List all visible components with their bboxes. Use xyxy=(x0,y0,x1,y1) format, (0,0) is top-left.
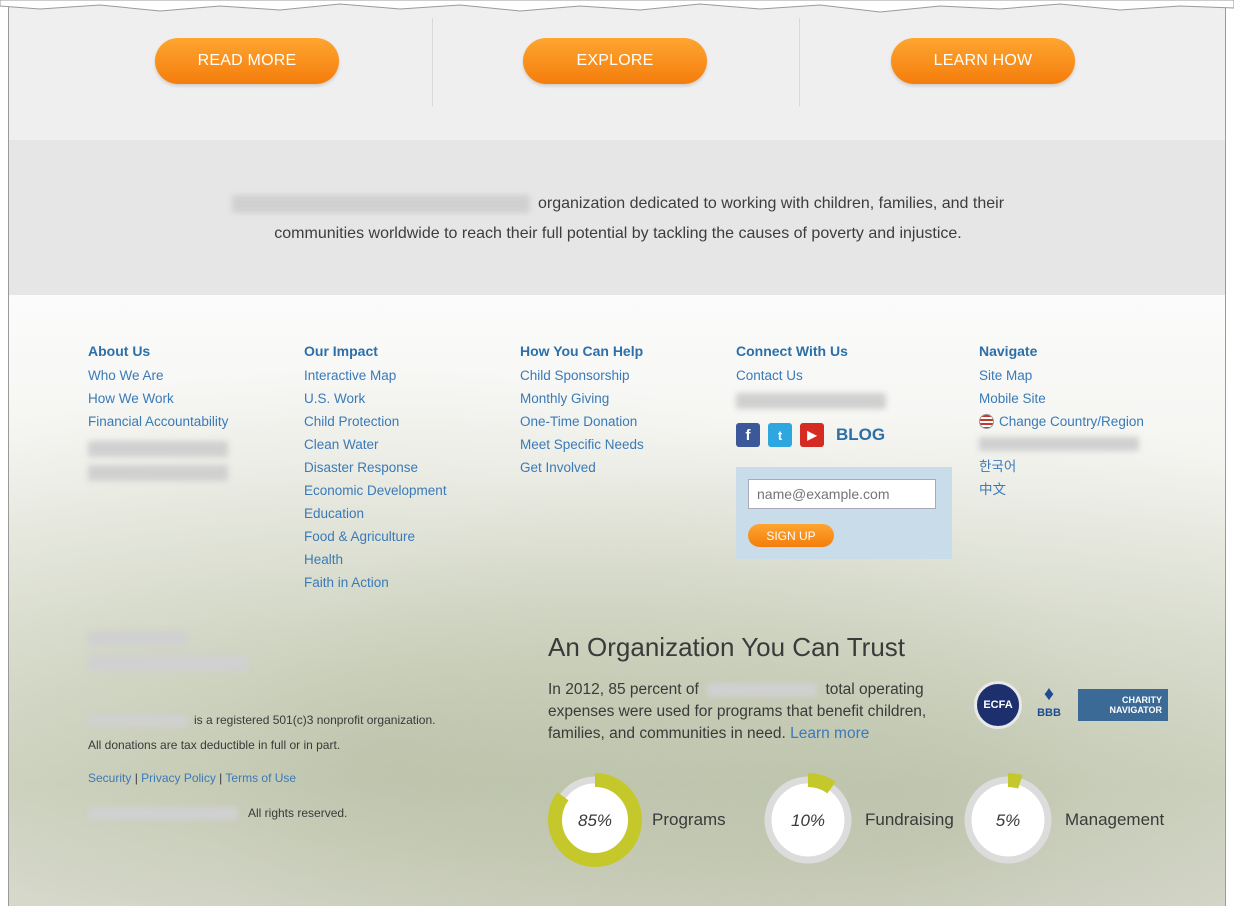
facebook-icon[interactable]: f xyxy=(736,423,760,447)
bbb-torch-icon: ♦ xyxy=(1043,683,1055,705)
redacted-text xyxy=(88,714,188,727)
redacted-logo xyxy=(88,655,248,671)
link-interactive-map[interactable]: Interactive Map xyxy=(304,364,447,387)
link-chinese[interactable]: 中文 xyxy=(979,478,1144,501)
trust-title: An Organization You Can Trust xyxy=(548,632,906,662)
torn-edge xyxy=(0,0,1234,13)
mission-line-2: communities worldwide to reach their ful… xyxy=(274,225,962,242)
redacted-text xyxy=(231,194,530,213)
blog-link[interactable]: BLOG xyxy=(836,425,885,445)
donut-chart: 10% xyxy=(761,773,855,867)
rights-text: All rights reserved. xyxy=(248,806,348,820)
footer-col-help: How You Can Help Child Sponsorship Month… xyxy=(520,343,644,479)
link-us-work[interactable]: U.S. Work xyxy=(304,387,447,410)
donut-value: 5% xyxy=(996,811,1021,830)
link-meet-specific-needs[interactable]: Meet Specific Needs xyxy=(520,433,644,456)
footer-col-impact: Our Impact Interactive Map U.S. Work Chi… xyxy=(304,343,447,594)
stat-management: 5% Management xyxy=(961,773,1164,867)
col-heading: Connect With Us xyxy=(736,343,848,359)
link-health[interactable]: Health xyxy=(304,548,447,571)
donut-chart: 5% xyxy=(961,773,1055,867)
stat-label: Programs xyxy=(652,810,726,829)
donut-value: 10% xyxy=(791,811,825,830)
col-heading: About Us xyxy=(88,343,151,359)
security-link[interactable]: Security xyxy=(88,771,131,785)
link-how-we-work[interactable]: How We Work xyxy=(88,387,228,410)
change-country-label: Change Country/Region xyxy=(999,414,1144,429)
stat-fundraising: 10% Fundraising xyxy=(761,773,954,867)
footer-col-connect: Connect With Us Contact Us xyxy=(736,343,886,409)
col-heading: Navigate xyxy=(979,343,1038,359)
link-change-country[interactable]: Change Country/Region xyxy=(979,410,1144,433)
stat-label: Management xyxy=(1065,810,1165,829)
footer-col-navigate: Navigate Site Map Mobile Site Change Cou… xyxy=(979,343,1144,501)
explore-button[interactable]: EXPLORE xyxy=(523,38,707,84)
link-education[interactable]: Education xyxy=(304,502,447,525)
redacted-link xyxy=(88,441,228,457)
donut-value: 85% xyxy=(578,811,612,830)
divider xyxy=(432,18,433,106)
redacted-text xyxy=(707,682,818,697)
newsletter-signup: SIGN UP xyxy=(736,467,952,559)
link-monthly-giving[interactable]: Monthly Giving xyxy=(520,387,644,410)
col-heading: How You Can Help xyxy=(520,343,644,359)
bbb-label: BBB xyxy=(1037,707,1061,719)
redacted-text xyxy=(88,807,238,821)
link-who-we-are[interactable]: Who We Are xyxy=(88,364,228,387)
privacy-policy-link[interactable]: Privacy Policy xyxy=(141,771,216,785)
redacted-link xyxy=(88,465,228,481)
mission-statement: organization dedicated to working with c… xyxy=(9,189,1225,249)
bbb-badge[interactable]: ♦ BBB xyxy=(1034,681,1064,731)
legal-registered: is a registered 501(c)3 nonprofit organi… xyxy=(88,713,435,727)
link-one-time-donation[interactable]: One-Time Donation xyxy=(520,410,644,433)
link-economic-development[interactable]: Economic Development xyxy=(304,479,447,502)
link-child-sponsorship[interactable]: Child Sponsorship xyxy=(520,364,644,387)
mission-band: organization dedicated to working with c… xyxy=(9,140,1225,295)
registered-text: is a registered 501(c)3 nonprofit organi… xyxy=(194,713,436,727)
ecfa-badge[interactable]: ECFA xyxy=(974,681,1022,729)
flag-icon xyxy=(979,414,994,429)
mission-line-1: organization dedicated to working with c… xyxy=(537,195,1005,212)
youtube-icon[interactable]: ▶ xyxy=(800,423,824,447)
learn-how-button[interactable]: LEARN HOW xyxy=(891,38,1075,84)
trust-text: In 2012, 85 percent of total operating e… xyxy=(548,679,978,745)
sign-up-button[interactable]: SIGN UP xyxy=(748,524,834,547)
divider xyxy=(799,18,800,106)
stat-label: Fundraising xyxy=(865,810,954,829)
social-links: f t ▶ BLOG xyxy=(736,423,885,447)
redacted-link xyxy=(979,437,1139,451)
terms-of-use-link[interactable]: Terms of Use xyxy=(225,771,296,785)
twitter-icon[interactable]: t xyxy=(768,423,792,447)
redacted-phone xyxy=(736,393,886,409)
link-financial-accountability[interactable]: Financial Accountability xyxy=(88,410,228,433)
footer: About Us Who We Are How We Work Financia… xyxy=(9,295,1225,906)
legal-links: Security | Privacy Policy | Terms of Use xyxy=(88,771,297,785)
read-more-button[interactable]: READ MORE xyxy=(155,38,339,84)
charity-navigator-badge[interactable]: CHARITY NAVIGATOR xyxy=(1078,689,1168,721)
footer-col-about: About Us Who We Are How We Work Financia… xyxy=(88,343,228,481)
legal-rights: All rights reserved. xyxy=(88,806,348,821)
link-contact-us[interactable]: Contact Us xyxy=(736,364,886,387)
trust-text-1: In 2012, 85 percent of xyxy=(548,681,699,698)
page-frame: READ MORE EXPLORE LEARN HOW organization… xyxy=(8,0,1226,906)
link-food-agriculture[interactable]: Food & Agriculture xyxy=(304,525,447,548)
stat-programs: 85% Programs xyxy=(548,773,726,867)
link-child-protection[interactable]: Child Protection xyxy=(304,410,447,433)
email-field[interactable] xyxy=(748,479,936,509)
link-faith-in-action[interactable]: Faith in Action xyxy=(304,571,447,594)
redacted-logo xyxy=(88,631,188,647)
col-heading: Our Impact xyxy=(304,343,378,359)
link-disaster-response[interactable]: Disaster Response xyxy=(304,456,447,479)
learn-more-link[interactable]: Learn more xyxy=(790,725,869,742)
link-site-map[interactable]: Site Map xyxy=(979,364,1144,387)
link-mobile-site[interactable]: Mobile Site xyxy=(979,387,1144,410)
link-get-involved[interactable]: Get Involved xyxy=(520,456,644,479)
link-korean[interactable]: 한국어 xyxy=(979,455,1144,478)
donut-chart: 85% xyxy=(548,773,642,867)
legal-deductible: All donations are tax deductible in full… xyxy=(88,738,341,752)
link-clean-water[interactable]: Clean Water xyxy=(304,433,447,456)
